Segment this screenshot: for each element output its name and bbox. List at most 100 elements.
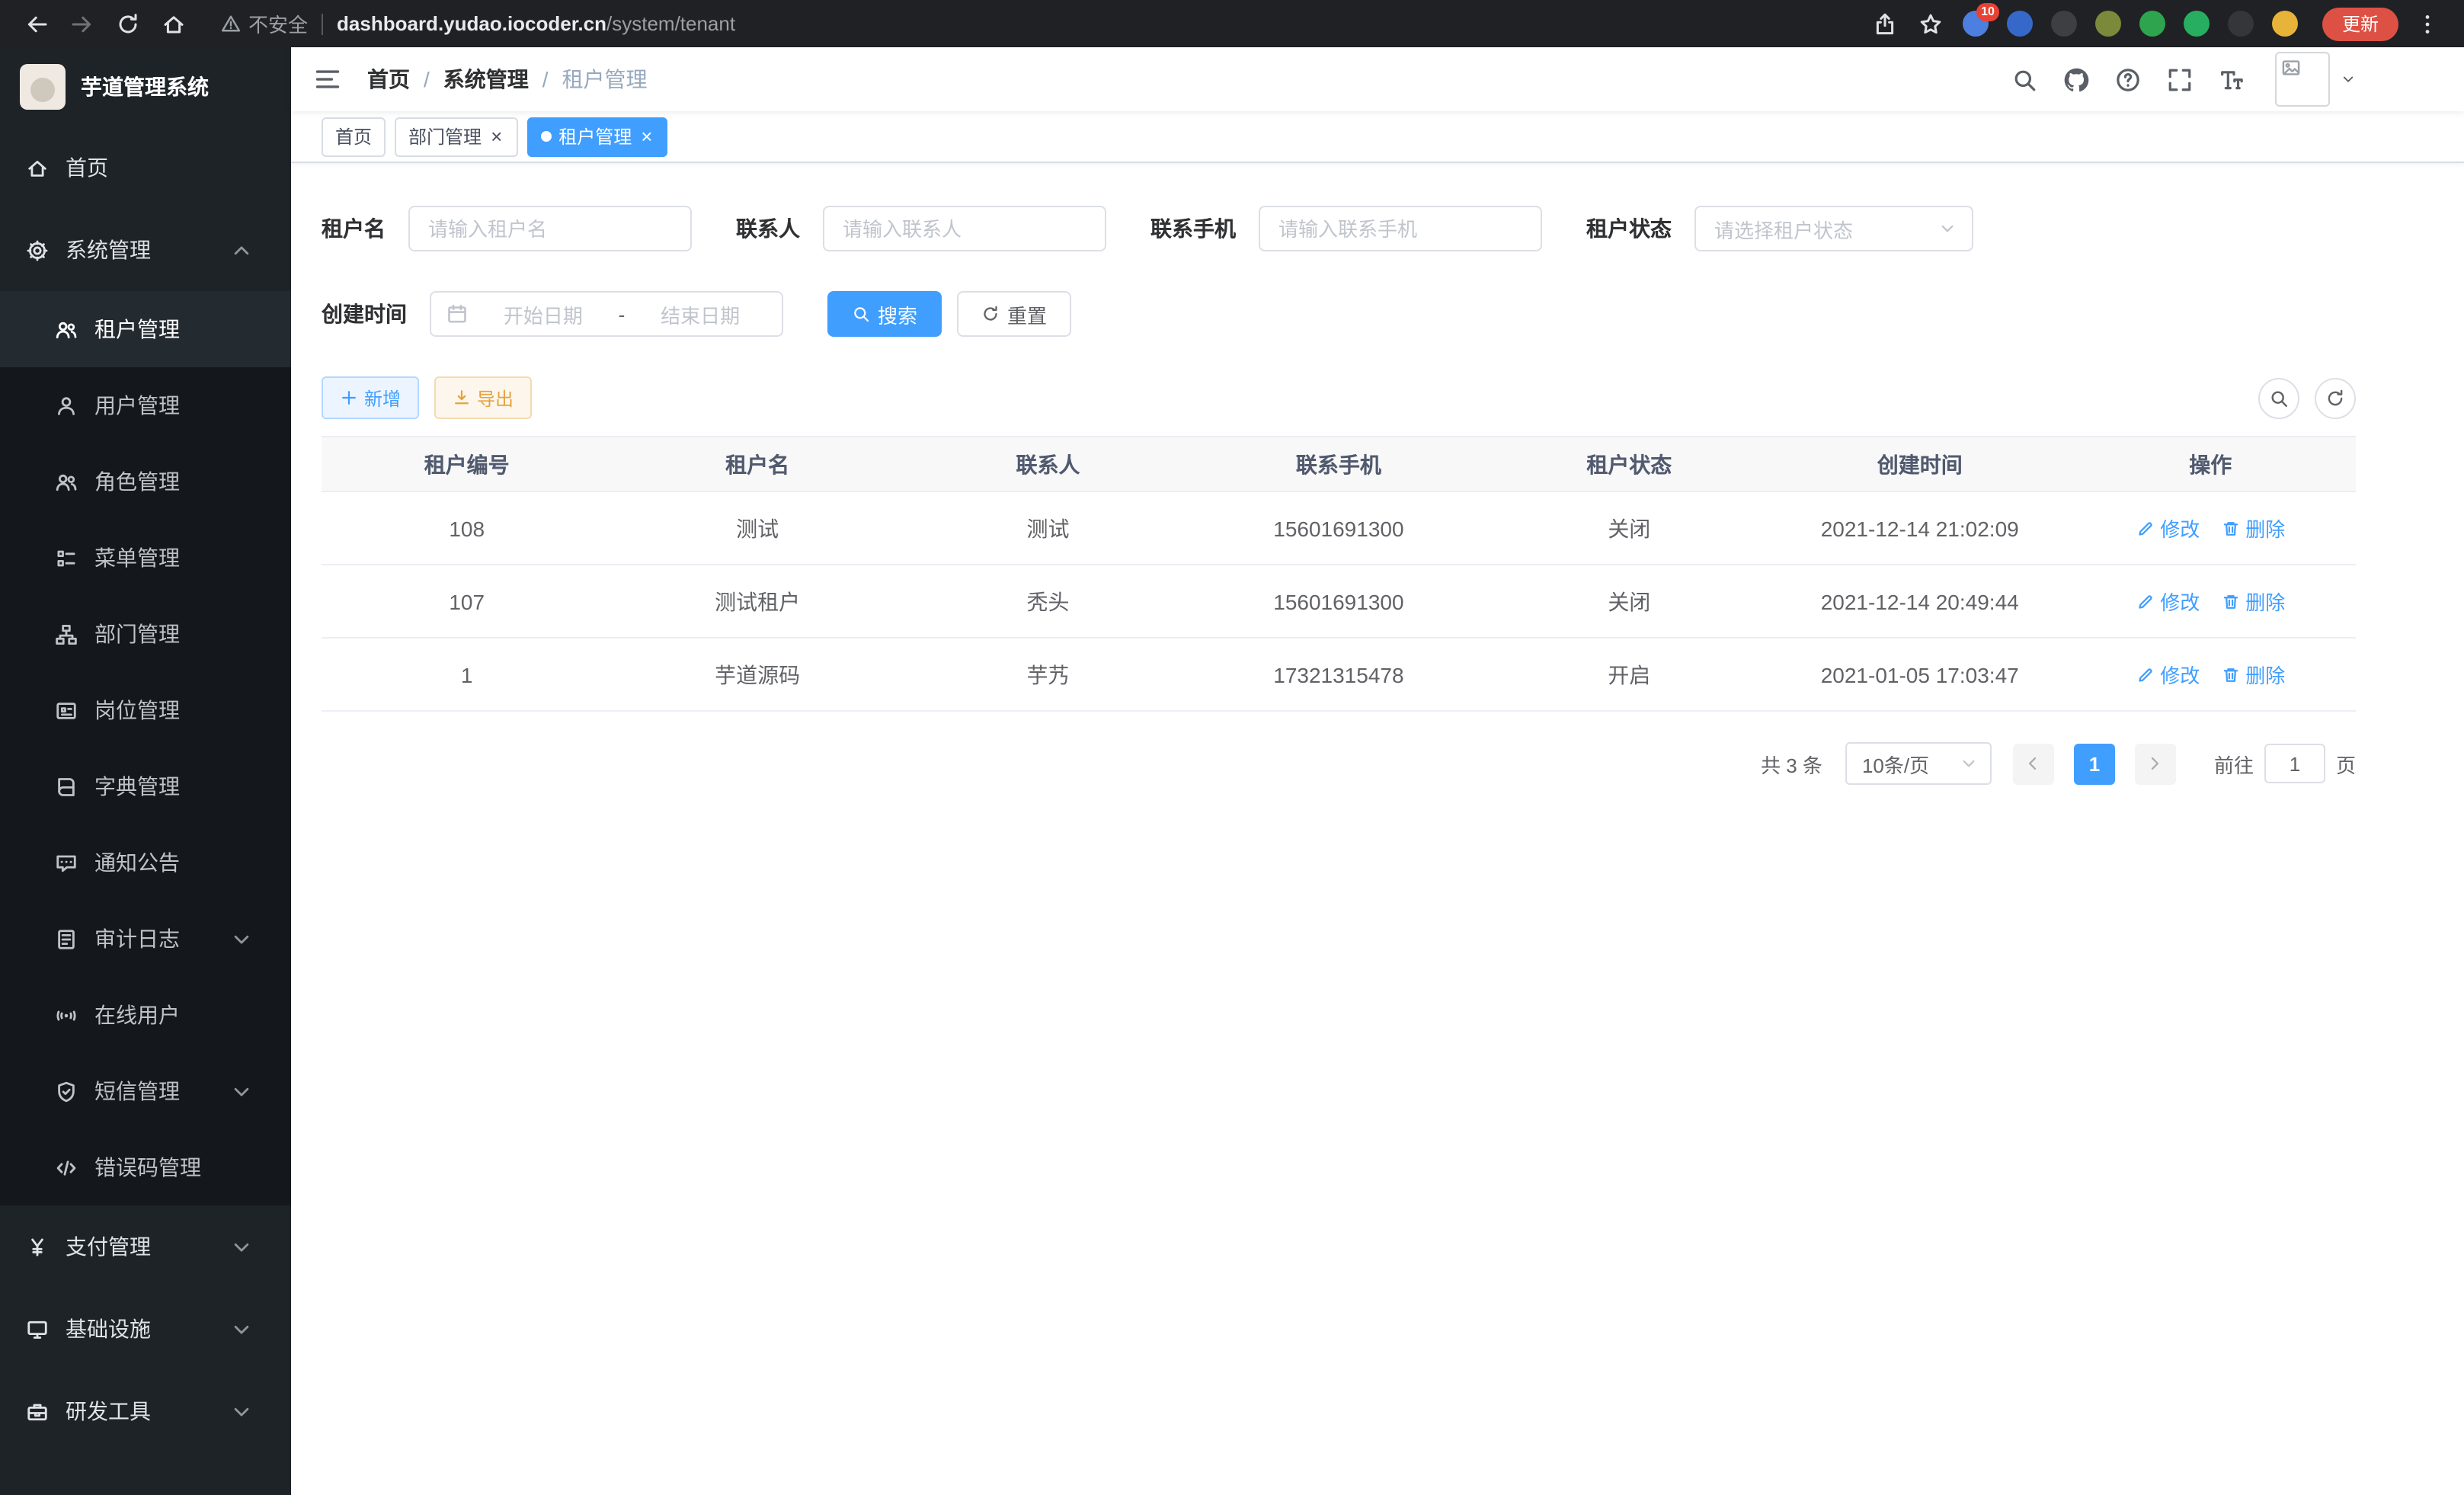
- cell-status: 开启: [1484, 638, 1774, 711]
- extension-icon[interactable]: [2272, 11, 2298, 37]
- table-row: 1芋道源码芋艿17321315478开启2021-01-05 17:03:47修…: [322, 638, 2356, 711]
- add-button[interactable]: 新增: [322, 376, 419, 419]
- sidebar-item-label: 菜单管理: [94, 543, 180, 573]
- browser-update-button[interactable]: 更新: [2322, 7, 2398, 40]
- fullscreen-icon[interactable]: [2167, 66, 2193, 92]
- sidebar-item-role-management[interactable]: 角色管理: [0, 443, 291, 520]
- submenu: 租户管理用户管理角色管理菜单管理部门管理岗位管理字典管理通知公告审计日志在线用户…: [0, 291, 291, 1205]
- edit-link[interactable]: 修改: [2136, 587, 2200, 616]
- user-avatar-dropdown[interactable]: [2275, 52, 2356, 107]
- browser-menu-icon[interactable]: [2415, 11, 2440, 36]
- address-bar[interactable]: 不安全 dashboard.yudao.iocoder.cn /system/t…: [221, 9, 735, 38]
- sidebar-item-user-management[interactable]: 用户管理: [0, 367, 291, 443]
- sidebar-item-label: 审计日志: [94, 924, 180, 954]
- sidebar-item-online-users[interactable]: 在线用户: [0, 977, 291, 1053]
- extension-icon[interactable]: [2007, 11, 2033, 37]
- sidebar-item-audit-log[interactable]: 审计日志: [0, 901, 291, 977]
- bookmark-star-icon[interactable]: [1918, 11, 1943, 36]
- hamburger-icon[interactable]: [314, 66, 341, 93]
- sidebar-item-label: 角色管理: [94, 466, 180, 497]
- tab-label: 首页: [335, 123, 372, 149]
- edit-link[interactable]: 修改: [2136, 514, 2200, 543]
- page-size-select[interactable]: 10条/页: [1845, 742, 1992, 785]
- phone-label: 联系手机: [1150, 213, 1236, 244]
- browser-reload-icon[interactable]: [116, 11, 140, 36]
- date-range-picker[interactable]: 开始日期 - 结束日期: [430, 291, 783, 337]
- extension-icon[interactable]: 10: [1963, 11, 1989, 37]
- chevron-down-icon: [230, 1317, 253, 1340]
- sidebar-item-tenant-management[interactable]: 租户管理: [0, 291, 291, 367]
- export-button[interactable]: 导出: [434, 376, 532, 419]
- cell-operations: 修改删除: [2065, 565, 2356, 638]
- reset-button[interactable]: 重置: [957, 291, 1071, 337]
- sidebar-item-payment-management[interactable]: 支付管理: [0, 1205, 291, 1288]
- status-select-placeholder: 请选择租户状态: [1714, 214, 1938, 243]
- page-content: 租户名 联系人 联系手机 租户状态 请选择租户状态: [291, 163, 2464, 1495]
- header-search-icon[interactable]: [2011, 66, 2037, 92]
- goto-page-input[interactable]: [2264, 744, 2325, 783]
- sidebar-item-label: 用户管理: [94, 390, 180, 421]
- date-separator: -: [619, 303, 626, 325]
- help-icon[interactable]: [2115, 66, 2141, 92]
- contact-input[interactable]: [823, 206, 1106, 251]
- trash-icon: [2221, 665, 2239, 683]
- extension-icon[interactable]: [2095, 11, 2121, 37]
- warning-icon: [221, 14, 241, 34]
- phone-input[interactable]: [1259, 206, 1542, 251]
- extension-icon[interactable]: [2051, 11, 2077, 37]
- browser-back-icon[interactable]: [24, 11, 49, 36]
- next-page-button[interactable]: [2135, 743, 2176, 784]
- tab-tenant-management[interactable]: 租户管理 ×: [526, 117, 667, 156]
- sidebar-item-system-management[interactable]: 系统管理: [0, 209, 291, 291]
- tab-home[interactable]: 首页: [322, 117, 386, 156]
- close-icon[interactable]: ×: [639, 126, 654, 146]
- app: 芋道管理系统 首页系统管理租户管理用户管理角色管理菜单管理部门管理岗位管理字典管…: [0, 47, 2464, 1495]
- tab-dept-management[interactable]: 部门管理×: [395, 117, 517, 156]
- github-icon[interactable]: [2063, 66, 2089, 92]
- extension-icon[interactable]: [2184, 11, 2210, 37]
- cell-tenant-id: 107: [322, 565, 612, 638]
- sidebar-item-error-code-management[interactable]: 错误码管理: [0, 1129, 291, 1205]
- breadcrumb-home[interactable]: 首页: [367, 64, 410, 94]
- sidebar-item-infrastructure[interactable]: 基础设施: [0, 1288, 291, 1370]
- toolbar: 新增 导出: [322, 376, 2356, 419]
- sidebar-item-post-management[interactable]: 岗位管理: [0, 672, 291, 748]
- page-number-1[interactable]: 1: [2074, 743, 2115, 784]
- edit-link[interactable]: 修改: [2136, 660, 2200, 689]
- browser-forward-icon[interactable]: [70, 11, 94, 36]
- sidebar-item-sms-management[interactable]: 短信管理: [0, 1053, 291, 1129]
- sidebar-item-menu-management[interactable]: 菜单管理: [0, 520, 291, 596]
- page-unit-label: 页: [2336, 749, 2356, 778]
- log-icon: [55, 927, 78, 950]
- breadcrumb-system[interactable]: 系统管理: [443, 64, 529, 94]
- close-icon[interactable]: ×: [489, 126, 504, 146]
- sidebar-item-dev-tools[interactable]: 研发工具: [0, 1370, 291, 1452]
- refresh-table-button[interactable]: [2315, 377, 2356, 418]
- extension-icon[interactable]: [2139, 11, 2165, 37]
- extension-badge: 10: [1976, 3, 1999, 21]
- share-icon[interactable]: [1873, 11, 1897, 36]
- breadcrumb-separator: /: [424, 67, 430, 91]
- cell-contact: 芋艿: [903, 638, 1193, 711]
- delete-link[interactable]: 删除: [2221, 514, 2285, 543]
- home-icon: [26, 156, 49, 179]
- status-select[interactable]: 请选择租户状态: [1694, 206, 1973, 251]
- search-button[interactable]: 搜索: [827, 291, 942, 337]
- cell-operations: 修改删除: [2065, 638, 2356, 711]
- toggle-search-button[interactable]: [2258, 377, 2299, 418]
- tenant-name-input[interactable]: [408, 206, 692, 251]
- prev-page-button[interactable]: [2013, 743, 2054, 784]
- delete-link[interactable]: 删除: [2221, 660, 2285, 689]
- sidebar-item-notice-announcement[interactable]: 通知公告: [0, 824, 291, 901]
- sidebar-item-dict-management[interactable]: 字典管理: [0, 748, 291, 824]
- filter-tenant-name: 租户名: [322, 206, 692, 251]
- extension-icon[interactable]: [2228, 11, 2254, 37]
- sidebar-item-dept-management[interactable]: 部门管理: [0, 596, 291, 672]
- tab-label: 租户管理: [558, 123, 632, 149]
- font-size-icon[interactable]: [2219, 66, 2245, 92]
- browser-home-icon[interactable]: [162, 11, 186, 36]
- delete-link[interactable]: 删除: [2221, 587, 2285, 616]
- screen: 不安全 dashboard.yudao.iocoder.cn /system/t…: [0, 0, 2464, 1495]
- sidebar-item-label: 字典管理: [94, 771, 180, 802]
- sidebar-item-home[interactable]: 首页: [0, 126, 291, 209]
